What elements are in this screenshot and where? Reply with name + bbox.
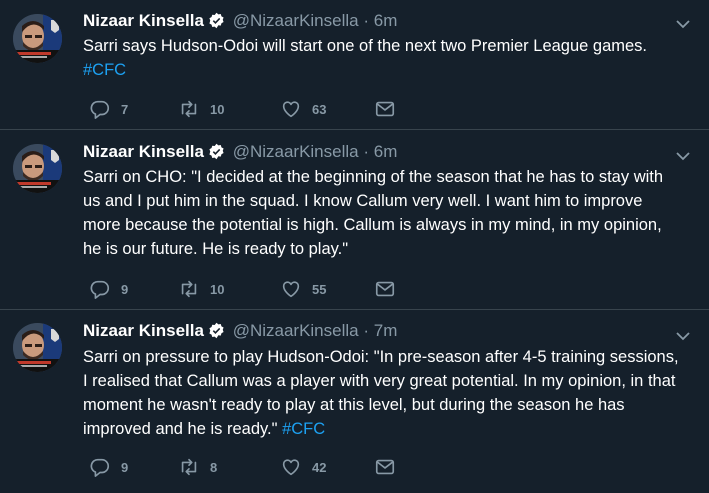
tweet-text-line: Sarri says Hudson-Odoi will start one of… bbox=[83, 37, 648, 55]
chevron-down-icon[interactable] bbox=[675, 148, 691, 164]
like-count: 63 bbox=[312, 101, 327, 117]
tweet-text-line: improved and he is ready." bbox=[83, 420, 283, 438]
reply-button[interactable]: 9 bbox=[89, 455, 128, 479]
hashtag-link[interactable]: #CFC bbox=[83, 61, 126, 79]
reply-icon bbox=[90, 100, 110, 119]
retweet-icon bbox=[181, 280, 197, 298]
retweet-button[interactable]: 10 bbox=[178, 277, 224, 301]
direct-message-button[interactable] bbox=[374, 277, 396, 301]
like-button[interactable]: 42 bbox=[280, 455, 326, 479]
separator-dot: · bbox=[363, 321, 370, 340]
verified-badge-icon bbox=[208, 12, 225, 34]
like-icon bbox=[282, 281, 300, 298]
timestamp[interactable]: 6m bbox=[374, 11, 398, 30]
reply-count: 9 bbox=[121, 459, 129, 475]
tweet-text: Sarri on pressure to play Hudson-Odoi: "… bbox=[83, 345, 693, 441]
like-count: 55 bbox=[312, 281, 327, 297]
like-count: 42 bbox=[312, 459, 327, 475]
tweet-text-line: Sarri on CHO: "I decided at the beginnin… bbox=[83, 168, 664, 186]
display-name[interactable]: Nizaar Kinsella bbox=[83, 321, 204, 340]
timestamp[interactable]: 7m bbox=[374, 321, 398, 340]
retweet-button[interactable]: 8 bbox=[178, 455, 217, 479]
retweet-button[interactable]: 10 bbox=[178, 97, 224, 121]
avatar[interactable] bbox=[13, 14, 62, 63]
hashtag-link[interactable]: #CFC bbox=[282, 420, 325, 438]
direct-message-button[interactable] bbox=[374, 97, 396, 121]
reply-icon bbox=[90, 458, 110, 477]
tweet-header: Nizaar Kinsella @NizaarKinsella · 7m bbox=[83, 321, 397, 344]
retweet-count: 8 bbox=[210, 459, 218, 475]
user-handle[interactable]: @NizaarKinsella bbox=[233, 11, 359, 30]
tweet-header: Nizaar Kinsella @NizaarKinsella · 6m bbox=[83, 11, 397, 34]
user-handle[interactable]: @NizaarKinsella bbox=[233, 321, 359, 340]
reply-button[interactable]: 7 bbox=[89, 97, 128, 121]
like-icon bbox=[282, 459, 300, 476]
separator-dot: · bbox=[363, 11, 370, 30]
reply-count: 7 bbox=[121, 101, 129, 117]
retweet-icon bbox=[181, 458, 197, 476]
reply-count: 9 bbox=[121, 281, 129, 297]
chevron-down-icon[interactable] bbox=[675, 328, 691, 344]
verified-badge-icon bbox=[208, 322, 225, 344]
reply-icon bbox=[90, 280, 110, 299]
tweet-text-line: Sarri on pressure to play Hudson-Odoi: "… bbox=[83, 348, 679, 366]
tweet-text-line: us and I put him in the squad. I know Ca… bbox=[83, 192, 643, 210]
tweet-text: Sarri says Hudson-Odoi will start one of… bbox=[83, 34, 693, 82]
tweet-3[interactable]: Nizaar Kinsella @NizaarKinsella · 7m Sar… bbox=[0, 310, 709, 493]
display-name[interactable]: Nizaar Kinsella bbox=[83, 142, 204, 161]
tweet-1[interactable]: Nizaar Kinsella @NizaarKinsella · 6m Sar… bbox=[0, 0, 709, 130]
tweet-2[interactable]: Nizaar Kinsella @NizaarKinsella · 6m Sar… bbox=[0, 130, 709, 310]
retweet-count: 10 bbox=[210, 281, 225, 297]
timestamp[interactable]: 6m bbox=[374, 142, 398, 161]
message-icon bbox=[375, 101, 395, 117]
user-handle[interactable]: @NizaarKinsella bbox=[233, 142, 359, 161]
tweet-text-line: more because the potential is high. Call… bbox=[83, 216, 662, 234]
separator-dot: · bbox=[363, 142, 370, 161]
direct-message-button[interactable] bbox=[374, 455, 396, 479]
tweet-text: Sarri on CHO: "I decided at the beginnin… bbox=[83, 165, 693, 261]
tweet-header: Nizaar Kinsella @NizaarKinsella · 6m bbox=[83, 142, 397, 165]
retweet-icon bbox=[181, 100, 197, 118]
verified-badge-icon bbox=[208, 143, 225, 165]
like-icon bbox=[282, 101, 300, 118]
like-button[interactable]: 63 bbox=[280, 97, 326, 121]
like-button[interactable]: 55 bbox=[280, 277, 326, 301]
retweet-count: 10 bbox=[210, 101, 225, 117]
tweet-text-line: I realised that Callum was a player with… bbox=[83, 372, 676, 390]
display-name[interactable]: Nizaar Kinsella bbox=[83, 11, 204, 30]
reply-button[interactable]: 9 bbox=[89, 277, 128, 301]
tweet-text-line: he is our future. He is ready to play." bbox=[83, 240, 349, 258]
tweet-text-line: moment he wasn't ready to play at this l… bbox=[83, 396, 625, 414]
avatar[interactable] bbox=[13, 323, 62, 372]
message-icon bbox=[375, 459, 395, 475]
avatar[interactable] bbox=[13, 144, 62, 193]
message-icon bbox=[375, 281, 395, 297]
chevron-down-icon[interactable] bbox=[675, 16, 691, 32]
